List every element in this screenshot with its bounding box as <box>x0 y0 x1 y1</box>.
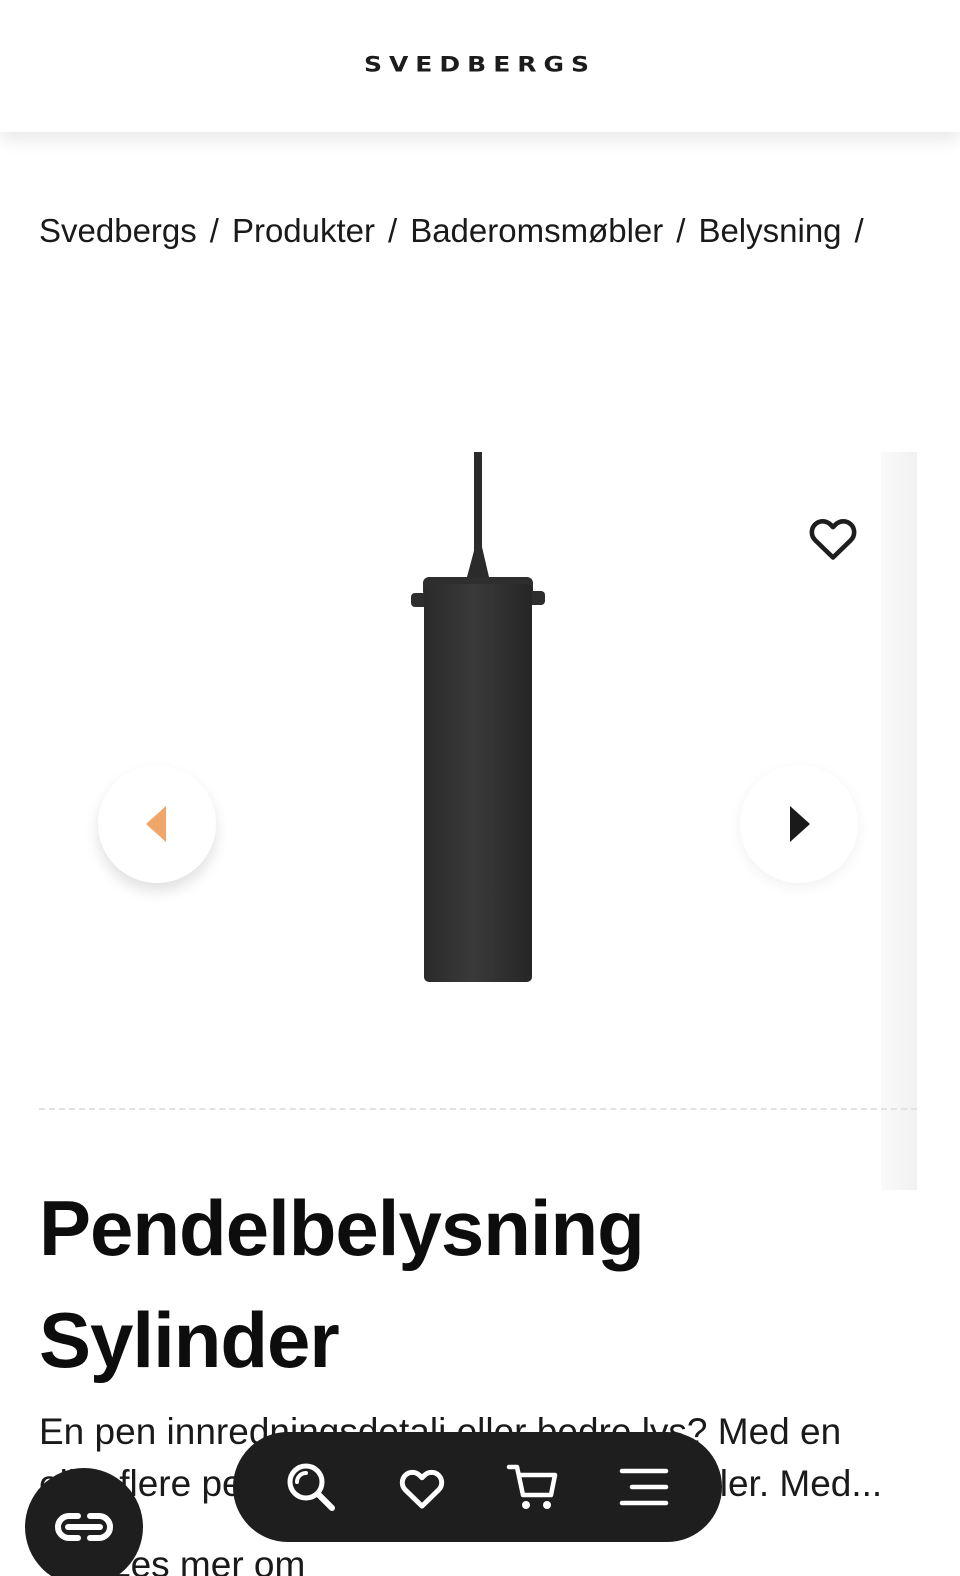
breadcrumb-item-baderomsmobler[interactable]: Baderomsmøbler <box>410 212 663 250</box>
breadcrumb-item-belysning[interactable]: Belysning <box>698 212 841 250</box>
breadcrumb-separator: / <box>388 212 398 249</box>
chat-button[interactable] <box>25 1468 143 1576</box>
product-title: Pendelbelysning Sylinder <box>39 1172 899 1396</box>
product-title-line: Sylinder <box>39 1296 340 1384</box>
chat-logo-icon <box>55 1513 113 1541</box>
pendant-lamp-image <box>411 452 545 982</box>
breadcrumb-separator: / <box>209 212 219 249</box>
breadcrumb-separator: / <box>854 212 864 249</box>
heart-outline-icon <box>809 519 857 560</box>
chevron-left-icon <box>146 806 166 842</box>
product-gallery[interactable] <box>39 452 917 1190</box>
next-image-button[interactable] <box>740 765 858 883</box>
read-more-link[interactable]: Les mer om <box>110 1544 305 1576</box>
search-icon <box>287 1463 335 1511</box>
menu-button[interactable] <box>611 1454 677 1520</box>
chevron-right-icon <box>790 806 810 842</box>
next-image-peek[interactable] <box>881 452 917 1190</box>
menu-icon <box>620 1468 669 1506</box>
site-header: SVEDBERGS <box>0 0 960 132</box>
previous-image-button[interactable] <box>98 765 216 883</box>
brand-logo[interactable]: SVEDBERGS <box>364 52 596 77</box>
cart-icon <box>506 1464 558 1509</box>
favorite-button[interactable] <box>804 508 862 566</box>
favorites-button[interactable] <box>389 1454 455 1520</box>
cart-button[interactable] <box>500 1454 566 1520</box>
breadcrumb-item-svedbergs[interactable]: Svedbergs <box>39 212 197 250</box>
heart-icon <box>399 1469 445 1509</box>
breadcrumb: Svedbergs / Produkter / Baderomsmøbler /… <box>39 212 877 250</box>
breadcrumb-item-produkter[interactable]: Produkter <box>232 212 375 250</box>
breadcrumb-separator: / <box>676 212 686 249</box>
search-button[interactable] <box>278 1454 344 1520</box>
product-title-line: Pendelbelysning <box>39 1184 645 1272</box>
bottom-navigation <box>233 1432 722 1542</box>
section-divider <box>39 1108 917 1110</box>
